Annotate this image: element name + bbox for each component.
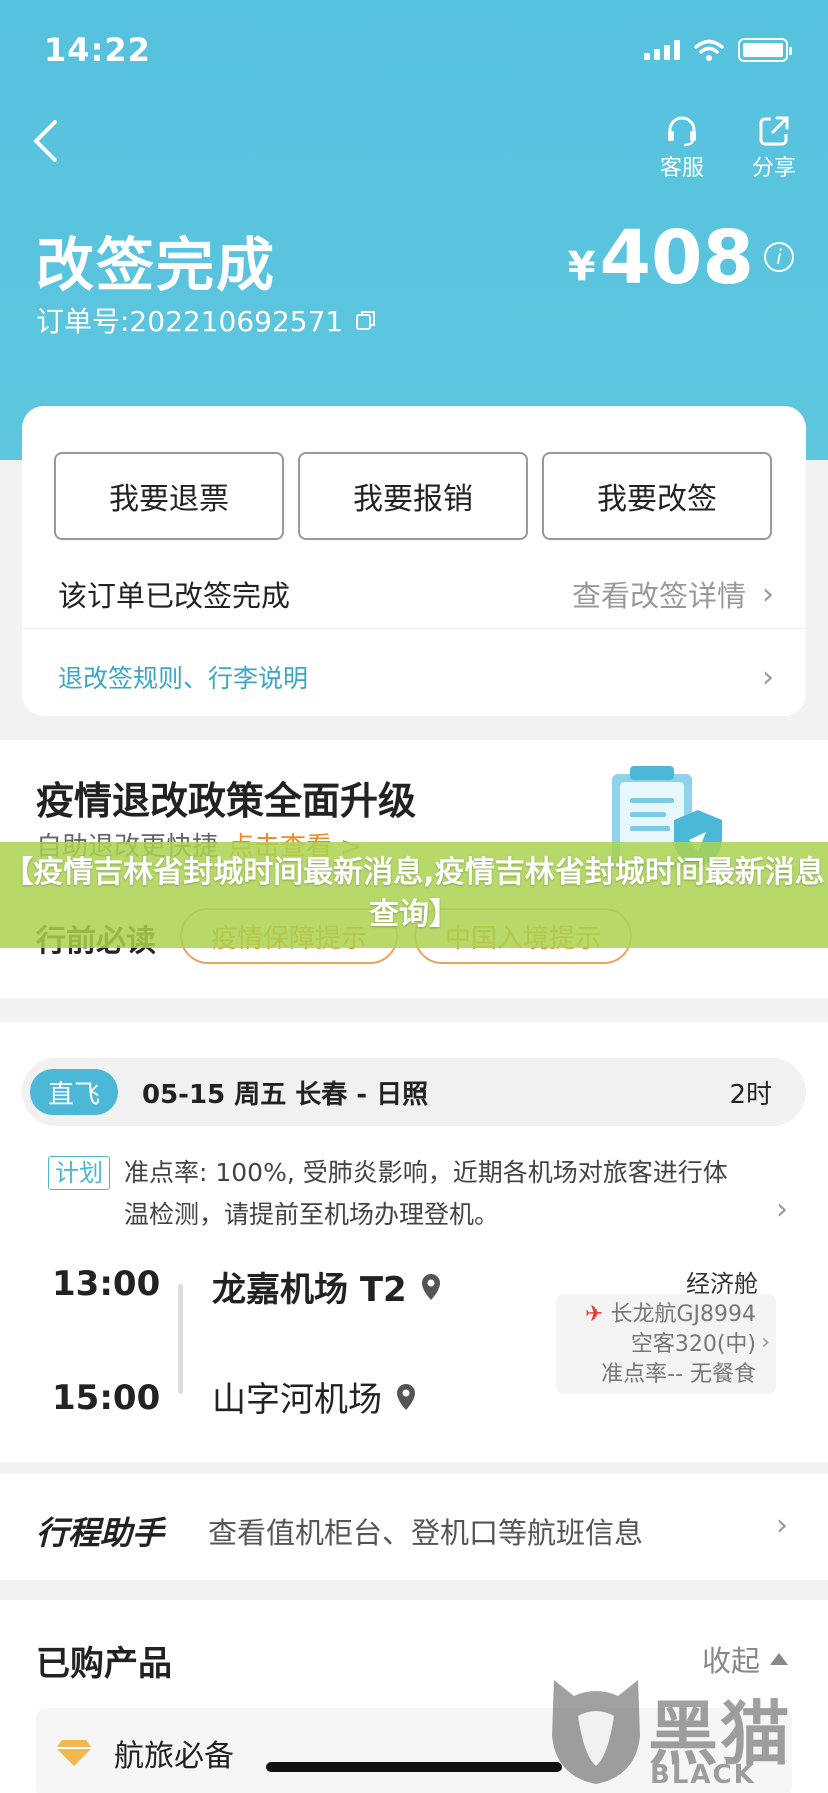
status-icons [644, 38, 792, 62]
refund-button[interactable]: 我要退票 [54, 452, 284, 540]
order-actions-card: 我要退票 我要报销 我要改签 该订单已改签完成 查看改签详情 › 退改签规则、行… [22, 406, 806, 716]
watermark-en: BLACK CAT [650, 1760, 756, 1793]
order-number: 订单号:202210692571 [36, 300, 377, 340]
customer-service-button[interactable]: 客服 [652, 112, 712, 182]
departure-time: 13:00 [52, 1264, 161, 1304]
change-status-text: 该订单已改签完成 [58, 579, 291, 613]
customer-service-label: 客服 [659, 156, 704, 181]
timeline-bar [178, 1284, 183, 1394]
headset-icon [668, 116, 696, 147]
change-details-label: 查看改签详情 [571, 579, 746, 613]
price-value: 408 [599, 215, 754, 301]
trip-assistant-label: 行程助手 [36, 1514, 165, 1552]
flight-info-box[interactable]: ✈ 长龙航GJ8994 空客320(中) 准点率-- 无餐食 › [556, 1294, 776, 1394]
arrival-airport[interactable]: 山字河机场 [212, 1372, 416, 1421]
order-number-text: 订单号:202210692571 [36, 305, 344, 338]
caret-up-icon [770, 1653, 788, 1665]
location-pin-icon [421, 1273, 440, 1300]
battery-icon [738, 38, 792, 62]
action-buttons: 我要退票 我要报销 我要改签 [54, 452, 772, 540]
chevron-right-icon: › [776, 1508, 788, 1543]
plan-tag: 计划 [48, 1156, 110, 1190]
diamond-icon [56, 1740, 92, 1766]
plan-notice[interactable]: 计划 准点率: 100%, 受肺炎影响，近期各机场对旅客进行体温检测，请提前至机… [48, 1156, 788, 1236]
reimburse-button[interactable]: 我要报销 [298, 452, 528, 540]
arrival-time: 15:00 [52, 1378, 161, 1418]
flight-header: 直飞 05-15 周五 长春 - 日照 2时 [22, 1058, 806, 1126]
signal-icon [644, 40, 680, 60]
rules-label: 退改签规则、行李说明 [58, 664, 309, 693]
back-button[interactable] [30, 118, 70, 178]
product-name: 航旅必备 [114, 1739, 234, 1774]
chevron-right-icon: › [761, 1330, 770, 1355]
share-button[interactable]: 分享 [744, 112, 804, 182]
direct-flight-tag: 直飞 [30, 1069, 118, 1115]
status-time: 14:22 [44, 31, 151, 69]
share-icon [759, 116, 789, 146]
plan-text: 准点率: 100%, 受肺炎影响，近期各机场对旅客进行体温检测，请提前至机场办理… [124, 1158, 728, 1229]
home-indicator[interactable] [266, 1762, 562, 1772]
flight-date-route: 05-15 周五 长春 - 日照 [142, 1079, 429, 1110]
overlay-banner: 【疫情吉林省封城时间最新消息,疫情吉林省封城时间最新消息查询】 [0, 842, 828, 948]
change-details-link[interactable]: 查看改签详情 › [572, 573, 774, 615]
rules-link[interactable]: 退改签规则、行李说明 › [58, 652, 774, 702]
chevron-right-icon: › [762, 659, 774, 695]
page-title: 改签完成 [36, 231, 277, 299]
departure-airport[interactable]: 龙嘉机场 T2 [212, 1262, 441, 1311]
share-label: 分享 [751, 156, 796, 181]
departure-airport-name: 龙嘉机场 T2 [212, 1270, 407, 1310]
airline-flight-no: 长龙航GJ8994 [610, 1302, 756, 1327]
divider [22, 628, 806, 629]
chevron-right-icon: › [762, 576, 774, 612]
flight-duration: 2时 [729, 1079, 772, 1110]
punctuality-meal: 准点率-- 无餐食 [601, 1362, 756, 1387]
change-button[interactable]: 我要改签 [542, 452, 772, 540]
copy-icon[interactable] [355, 309, 377, 331]
header: 14:22 客服 分享 改签完成 订单号:202210692571 ¥ 408 … [0, 0, 828, 460]
status-bar: 14:22 [44, 30, 792, 70]
purchased-title: 已购产品 [36, 1644, 172, 1684]
aircraft-type: 空客320(中) [630, 1332, 756, 1357]
watermark-logo: 黑猫 BLACK CAT [548, 1670, 818, 1793]
chevron-left-icon [33, 120, 57, 162]
policy-title: 疫情退改政策全面升级 [36, 779, 417, 823]
arrival-airport-name: 山字河机场 [212, 1380, 382, 1420]
cat-logo-icon [552, 1680, 640, 1784]
price-currency: ¥ [567, 244, 596, 290]
location-pin-icon [397, 1383, 415, 1410]
change-status-row[interactable]: 该订单已改签完成 查看改签详情 › [58, 566, 774, 622]
airline-logo-icon: ✈ [585, 1302, 611, 1327]
price: ¥ 408 i [568, 218, 794, 298]
airline-row: ✈ 长龙航GJ8994 [556, 1300, 756, 1330]
chevron-right-icon: › [776, 1192, 788, 1227]
flight-card: 直飞 05-15 周五 长春 - 日照 2时 计划 准点率: 100%, 受肺炎… [0, 1022, 828, 1462]
info-icon[interactable]: i [764, 242, 794, 272]
trip-assistant-row[interactable]: 行程助手 查看值机柜台、登机口等航班信息 › [0, 1474, 828, 1580]
wifi-icon [694, 39, 724, 61]
trip-assistant-text: 查看值机柜台、登机口等航班信息 [208, 1516, 644, 1550]
